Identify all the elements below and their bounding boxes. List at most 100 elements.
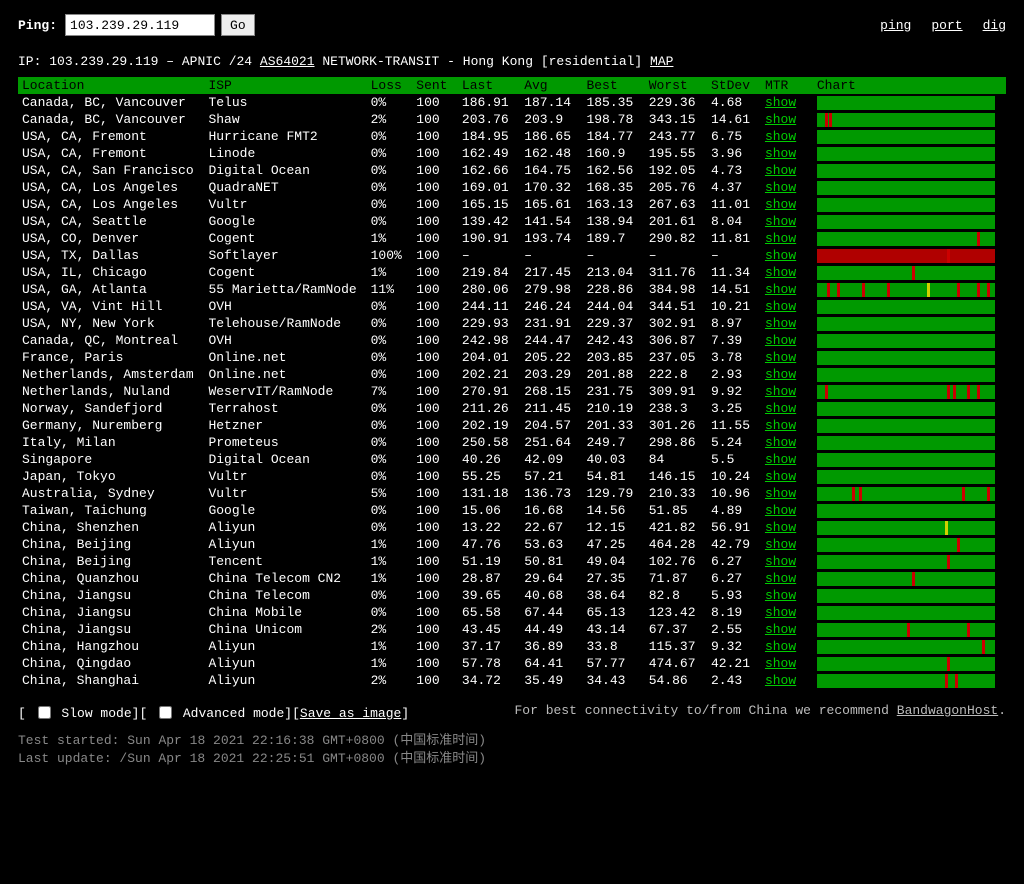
mtr-show-link[interactable]: show [765,265,796,280]
mtr-show-link[interactable]: show [765,231,796,246]
col-loss[interactable]: Loss [367,77,413,94]
cell-mtr: show [761,655,813,672]
mtr-show-link[interactable]: show [765,452,796,467]
mtr-show-link[interactable]: show [765,639,796,654]
mtr-show-link[interactable]: show [765,367,796,382]
mtr-show-link[interactable]: show [765,605,796,620]
mtr-show-link[interactable]: show [765,435,796,450]
col-last[interactable]: Last [458,77,520,94]
mtr-show-link[interactable]: show [765,316,796,331]
mtr-show-link[interactable]: show [765,112,796,127]
mtr-show-link[interactable]: show [765,571,796,586]
cell-chart [813,196,1006,213]
mtr-show-link[interactable]: show [765,401,796,416]
chart-tick [837,283,840,297]
mtr-show-link[interactable]: show [765,180,796,195]
mtr-show-link[interactable]: show [765,486,796,501]
mtr-show-link[interactable]: show [765,95,796,110]
cell-stdev: 3.25 [707,400,761,417]
bandwagon-link[interactable]: BandwagonHost [897,703,998,718]
go-button[interactable]: Go [221,14,255,36]
mtr-show-link[interactable]: show [765,350,796,365]
cell-best: 65.13 [582,604,644,621]
cell-stdev: 4.68 [707,94,761,111]
col-avg[interactable]: Avg [520,77,582,94]
cell-location: China, Hangzhou [18,638,204,655]
asn-link[interactable]: AS64021 [260,54,315,69]
mtr-show-link[interactable]: show [765,503,796,518]
cell-chart [813,145,1006,162]
map-link[interactable]: MAP [650,54,673,69]
mtr-show-link[interactable]: show [765,197,796,212]
mtr-show-link[interactable]: show [765,333,796,348]
slow-mode-checkbox[interactable] [38,706,51,719]
cell-isp: Digital Ocean [204,451,366,468]
cell-stdev: 42.21 [707,655,761,672]
mtr-show-link[interactable]: show [765,129,796,144]
advanced-mode-checkbox[interactable] [159,706,172,719]
mtr-show-link[interactable]: show [765,418,796,433]
mtr-show-link[interactable]: show [765,520,796,535]
mtr-show-link[interactable]: show [765,248,796,263]
link-port[interactable]: port [931,18,962,33]
cell-location: USA, VA, Vint Hill [18,298,204,315]
col-stdev[interactable]: StDev [707,77,761,94]
cell-mtr: show [761,672,813,689]
mtr-show-link[interactable]: show [765,384,796,399]
cell-avg: 246.24 [520,298,582,315]
mtr-show-link[interactable]: show [765,554,796,569]
col-worst[interactable]: Worst [645,77,707,94]
cell-loss: 0% [367,434,413,451]
col-isp[interactable]: ISP [204,77,366,94]
cell-avg: 40.68 [520,587,582,604]
mtr-show-link[interactable]: show [765,588,796,603]
cell-best: 27.35 [582,570,644,587]
cell-location: USA, TX, Dallas [18,247,204,264]
chart-tick [852,487,855,501]
col-mtr[interactable]: MTR [761,77,813,94]
cell-location: Singapore [18,451,204,468]
cell-mtr: show [761,400,813,417]
cell-worst: 243.77 [645,128,707,145]
cell-avg: 162.48 [520,145,582,162]
cell-chart [813,502,1006,519]
cell-best: 231.75 [582,383,644,400]
table-row: SingaporeDigital Ocean0%10040.2642.0940.… [18,451,1006,468]
link-dig[interactable]: dig [983,18,1006,33]
cell-best: 185.35 [582,94,644,111]
save-as-image-link[interactable]: Save as image [300,706,401,721]
cell-avg: 64.41 [520,655,582,672]
cell-mtr: show [761,111,813,128]
mtr-show-link[interactable]: show [765,622,796,637]
link-ping[interactable]: ping [880,18,911,33]
cell-worst: 67.37 [645,621,707,638]
cell-location: Japan, Tokyo [18,468,204,485]
chart-tick [912,266,915,280]
mtr-show-link[interactable]: show [765,214,796,229]
mtr-show-link[interactable]: show [765,299,796,314]
cell-avg: 67.44 [520,604,582,621]
mtr-show-link[interactable]: show [765,656,796,671]
cell-sent: 100 [412,111,458,128]
ping-input[interactable] [65,14,215,36]
mtr-show-link[interactable]: show [765,673,796,688]
cell-loss: 0% [367,196,413,213]
mtr-show-link[interactable]: show [765,537,796,552]
cell-worst: 290.82 [645,230,707,247]
mtr-show-link[interactable]: show [765,163,796,178]
cell-worst: 84 [645,451,707,468]
col-location[interactable]: Location [18,77,204,94]
cell-stdev: 6.27 [707,553,761,570]
mtr-show-link[interactable]: show [765,146,796,161]
col-sent[interactable]: Sent [412,77,458,94]
col-chart[interactable]: Chart [813,77,1006,94]
cell-loss: 2% [367,621,413,638]
cell-location: China, Jiangsu [18,587,204,604]
cell-loss: 0% [367,502,413,519]
cell-mtr: show [761,434,813,451]
cell-sent: 100 [412,349,458,366]
mtr-show-link[interactable]: show [765,469,796,484]
col-best[interactable]: Best [582,77,644,94]
mtr-show-link[interactable]: show [765,282,796,297]
cell-isp: Terrahost [204,400,366,417]
